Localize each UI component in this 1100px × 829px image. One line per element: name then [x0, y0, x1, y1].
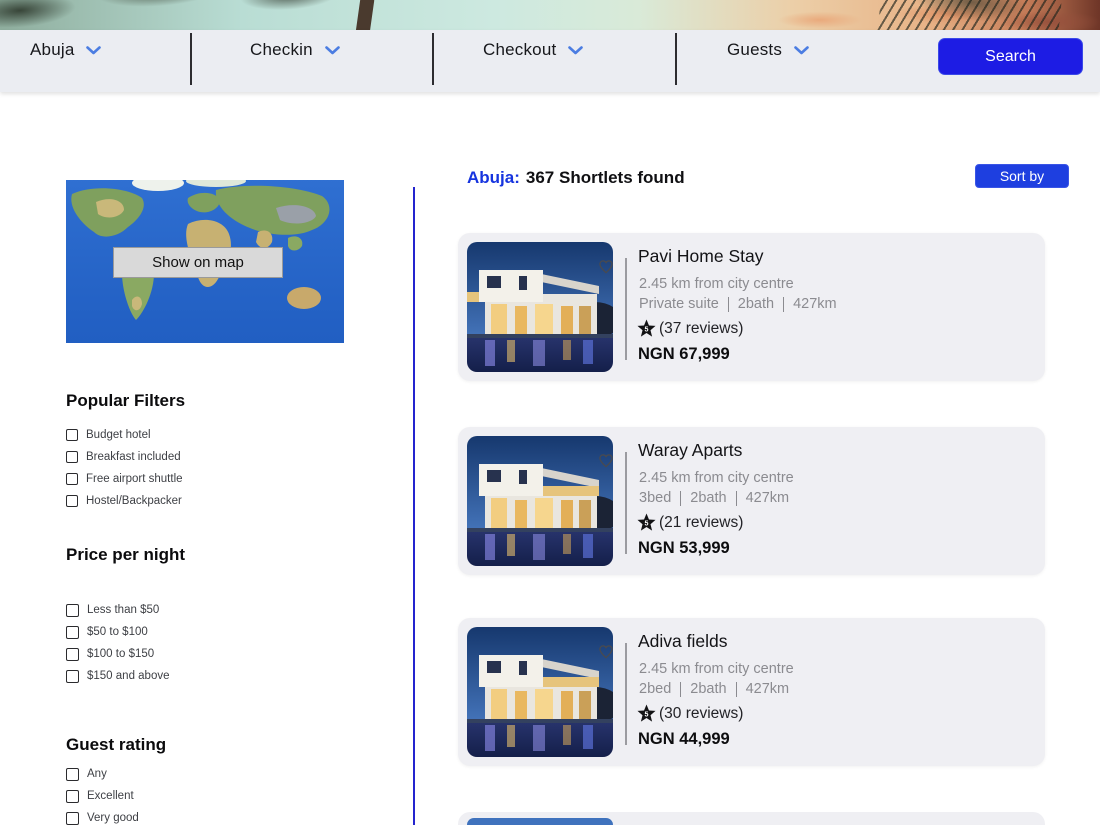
- heart-icon[interactable]: [596, 450, 613, 470]
- svg-text:5: 5: [645, 710, 649, 718]
- checkbox[interactable]: [66, 647, 79, 661]
- guest-rating-group: Any Excellent Very good: [66, 763, 139, 829]
- listing-details: 3bed 2bath 427km: [639, 490, 790, 506]
- results-count: 367 Shortlets found: [525, 168, 685, 187]
- rating-excellent[interactable]: Excellent: [66, 785, 139, 807]
- reviews-count: (30 reviews): [659, 704, 744, 722]
- price-filter-group: Less than $50 $50 to $100 $100 to $150 $…: [66, 599, 170, 687]
- card-divider: [625, 258, 627, 360]
- reviews-count: (21 reviews): [659, 513, 744, 531]
- listing-price: NGN 67,999: [638, 345, 730, 363]
- checkin-label: Checkin: [250, 40, 313, 59]
- listing-title[interactable]: Waray Aparts: [638, 440, 742, 461]
- checkbox[interactable]: [66, 767, 79, 781]
- checkin-dropdown[interactable]: Checkin: [250, 40, 340, 60]
- svg-text:5: 5: [645, 325, 649, 333]
- guests-dropdown[interactable]: Guests: [727, 40, 809, 60]
- results-header: Abuja: 367 Shortlets found: [467, 168, 685, 188]
- price-100-to-150[interactable]: $100 to $150: [66, 643, 170, 665]
- listing-card-partial[interactable]: [458, 812, 1045, 825]
- destination-label: Abuja: [30, 40, 75, 59]
- checkbox[interactable]: [66, 811, 79, 825]
- listing-card[interactable]: Adiva fields 2.45 km from city centre 2b…: [458, 618, 1045, 766]
- filter-budget-hotel[interactable]: Budget hotel: [66, 424, 183, 446]
- checkbox[interactable]: [66, 789, 79, 803]
- popular-filters-heading: Popular Filters: [66, 391, 186, 410]
- listing-distance: 2.45 km from city centre: [639, 276, 794, 292]
- card-divider: [625, 643, 627, 745]
- show-on-map-button[interactable]: Show on map: [113, 247, 283, 278]
- price-150-and-above[interactable]: $150 and above: [66, 665, 170, 687]
- destination-dropdown[interactable]: Abuja: [30, 40, 102, 60]
- checkbox[interactable]: [66, 429, 78, 441]
- price-50-to-100[interactable]: $50 to $100: [66, 621, 170, 643]
- checkbox[interactable]: [66, 669, 79, 683]
- price-per-night-heading: Price per night: [66, 545, 186, 564]
- house-photo-illustration: [467, 627, 613, 757]
- nav-divider: [432, 33, 434, 85]
- listing-distance: 2.45 km from city centre: [639, 661, 794, 677]
- chevron-down-icon: [794, 45, 809, 54]
- guests-label: Guests: [727, 40, 783, 59]
- listing-price: NGN 44,999: [638, 730, 730, 748]
- listing-card[interactable]: Waray Aparts 2.45 km from city centre 3b…: [458, 427, 1045, 575]
- results-location: Abuja:: [467, 168, 520, 187]
- listing-card[interactable]: Pavi Home Stay 2.45 km from city centre …: [458, 233, 1045, 381]
- house-photo-illustration: [467, 242, 613, 372]
- nav-divider: [190, 33, 192, 85]
- heart-icon[interactable]: [596, 256, 613, 276]
- checkbox[interactable]: [66, 625, 79, 639]
- popular-filters-group: Budget hotel Breakfast included Free air…: [66, 424, 183, 512]
- world-map[interactable]: Show on map: [66, 180, 344, 343]
- checkbox[interactable]: [66, 603, 79, 617]
- checkbox[interactable]: [66, 473, 78, 485]
- listing-photo: [467, 242, 613, 372]
- listing-photo: [467, 818, 613, 825]
- listing-rating: 5 (37 reviews): [637, 319, 743, 338]
- rating-very-good[interactable]: Very good: [66, 807, 139, 829]
- listing-title[interactable]: Adiva fields: [638, 631, 728, 652]
- listing-rating: 5 (21 reviews): [637, 513, 743, 532]
- heart-icon[interactable]: [596, 641, 613, 661]
- star-icon: 5: [637, 513, 656, 531]
- checkbox[interactable]: [66, 495, 78, 507]
- listing-price: NGN 53,999: [638, 539, 730, 557]
- palm-trees-left: [0, 0, 383, 30]
- price-less-than-50[interactable]: Less than $50: [66, 599, 170, 621]
- card-divider: [625, 452, 627, 554]
- palm-trees-right: [877, 0, 1063, 30]
- star-icon: 5: [637, 319, 656, 337]
- listing-title[interactable]: Pavi Home Stay: [638, 246, 763, 267]
- search-bar: Abuja Checkin Checkout Guests Search: [0, 30, 1100, 92]
- listing-details: 2bed 2bath 427km: [639, 681, 790, 697]
- search-button[interactable]: Search: [938, 38, 1083, 75]
- svg-text:5: 5: [645, 519, 649, 527]
- chevron-down-icon: [325, 45, 340, 54]
- listing-photo: [467, 436, 613, 566]
- nav-divider: [675, 33, 677, 85]
- checkout-label: Checkout: [483, 40, 557, 59]
- checkout-dropdown[interactable]: Checkout: [483, 40, 584, 60]
- listing-distance: 2.45 km from city centre: [639, 470, 794, 486]
- filter-hostel-backpacker[interactable]: Hostel/Backpacker: [66, 490, 183, 512]
- rating-any[interactable]: Any: [66, 763, 139, 785]
- listing-details: Private suite 2bath 427km: [639, 296, 837, 312]
- listing-rating: 5 (30 reviews): [637, 704, 743, 723]
- filter-free-airport-shuttle[interactable]: Free airport shuttle: [66, 468, 183, 490]
- guest-rating-heading: Guest rating: [66, 735, 167, 754]
- reviews-count: (37 reviews): [659, 319, 744, 337]
- hero-photo: [0, 0, 1100, 30]
- star-icon: 5: [637, 704, 656, 722]
- listing-photo: [467, 627, 613, 757]
- chevron-down-icon: [568, 45, 584, 54]
- content-divider: [413, 187, 415, 825]
- house-photo-illustration: [467, 436, 613, 566]
- sort-by-button[interactable]: Sort by: [975, 164, 1069, 188]
- chevron-down-icon: [86, 45, 102, 54]
- checkbox[interactable]: [66, 451, 78, 463]
- filter-breakfast-included[interactable]: Breakfast included: [66, 446, 183, 468]
